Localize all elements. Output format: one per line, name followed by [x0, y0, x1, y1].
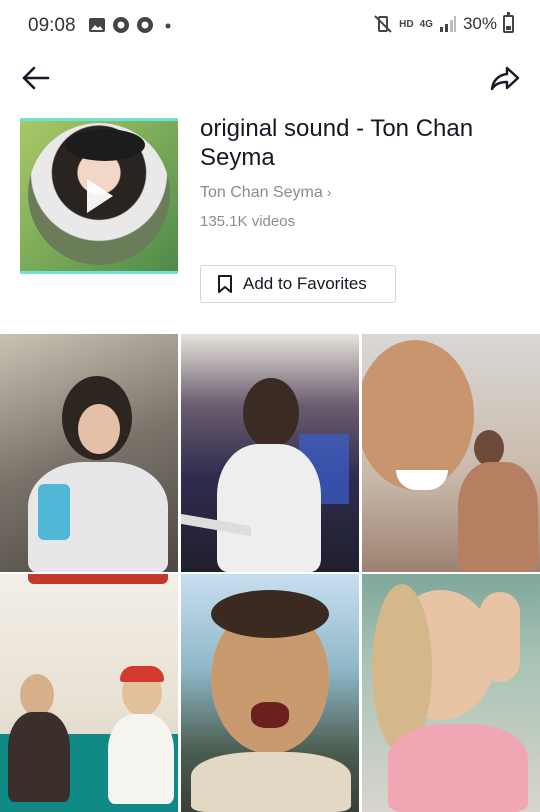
video-thumbnail[interactable]	[0, 574, 178, 812]
thumbnail-body	[8, 712, 70, 802]
thumbnail-body	[217, 444, 321, 572]
author-name[interactable]: Ton Chan Seyma	[200, 184, 323, 201]
sound-title: original sound - Ton Chan Seyma	[200, 115, 474, 171]
thumbnail-hair	[211, 590, 329, 638]
battery-percent: 30%	[462, 14, 497, 33]
thumbnail-drink	[38, 484, 70, 540]
thumbnail-body	[191, 752, 351, 812]
mute-vibrate-icon	[374, 15, 392, 33]
battery-icon	[503, 12, 514, 33]
status-bar: 09:08 HD 4G 30%	[0, 0, 540, 52]
top-bar	[0, 52, 540, 104]
sound-cover[interactable]	[20, 118, 178, 274]
cover-beret	[65, 129, 145, 161]
video-count: 135.1K videos	[200, 213, 296, 230]
thumbnail-figure	[20, 674, 54, 716]
thumbnail-santa-hat	[120, 666, 164, 682]
thumbnail-figure	[243, 378, 299, 448]
chevron-right-icon: ›	[326, 184, 332, 200]
back-button[interactable]	[20, 62, 54, 94]
chrome-icon	[137, 17, 153, 33]
thumbnail-lamps	[28, 574, 168, 584]
share-button[interactable]	[488, 62, 522, 94]
share-arrow-icon	[490, 66, 520, 91]
video-thumbnail[interactable]	[181, 334, 359, 572]
bookmark-icon	[218, 275, 232, 293]
video-thumbnail[interactable]	[0, 334, 178, 572]
image-icon	[89, 18, 105, 32]
chrome-icon	[113, 17, 129, 33]
sound-author[interactable]: Ton Chan Seyma ›	[200, 184, 331, 202]
network-type: 4G	[419, 18, 433, 30]
dot-icon	[165, 23, 171, 29]
status-time: 09:08	[28, 15, 76, 36]
thumbnail-face	[78, 404, 120, 454]
status-right: HD 4G 30%	[373, 12, 514, 34]
signal-icon	[439, 16, 456, 32]
favorite-label: Add to Favorites	[243, 274, 367, 293]
thumbnail-body	[388, 724, 528, 812]
hd-indicator: HD	[399, 18, 414, 30]
video-thumbnail[interactable]	[362, 334, 540, 572]
video-thumbnail[interactable]	[362, 574, 540, 812]
add-to-favorites-button[interactable]: Add to Favorites	[200, 265, 396, 303]
thumbnail-body	[458, 462, 538, 572]
arrow-left-icon	[22, 66, 50, 90]
play-icon[interactable]	[87, 179, 113, 213]
video-thumbnail[interactable]	[181, 574, 359, 812]
video-grid	[0, 334, 540, 812]
thumbnail-body	[108, 714, 174, 804]
thumbnail-arm	[480, 592, 520, 682]
thumbnail-figure	[474, 430, 504, 466]
thumbnail-mouth	[251, 702, 289, 728]
